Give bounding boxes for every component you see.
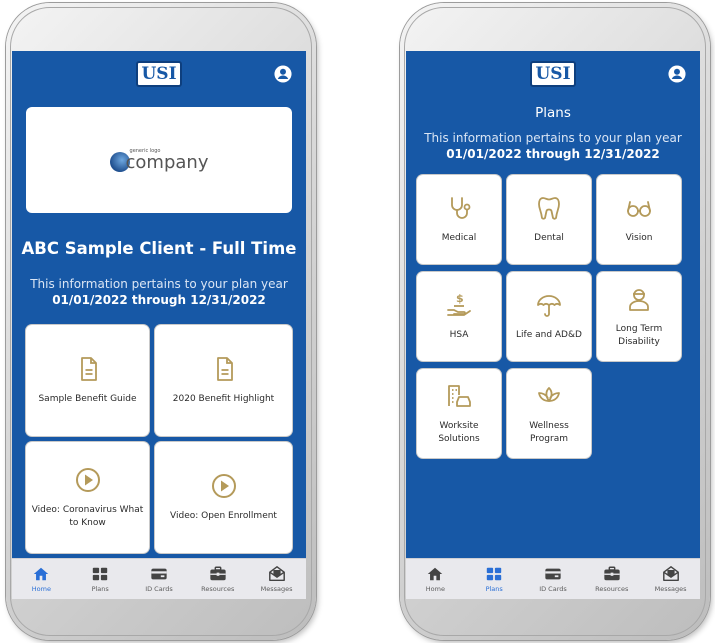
nav-label: Home (425, 585, 445, 593)
tile-label: Video: Coronavirus What to Know (31, 504, 144, 528)
home-icon (34, 567, 49, 581)
nav-messages[interactable]: Messages (252, 565, 302, 593)
stethoscope-icon (451, 197, 471, 219)
top-bar: USI (12, 57, 306, 87)
nav-label: ID Cards (539, 585, 567, 593)
plans-screen: USI Plans This information pertains to y… (406, 51, 700, 599)
tile-wellness-program[interactable]: Wellness Program (507, 369, 591, 458)
top-bar: USI (406, 57, 700, 87)
tile-label: Video: Open Enrollment (170, 511, 277, 521)
card-icon (151, 568, 167, 580)
usi-logo: USI (136, 61, 182, 87)
nav-label: Messages (260, 585, 293, 593)
tile-vision[interactable]: Vision (597, 175, 681, 264)
nav-label: Resources (201, 585, 235, 593)
tile-label: Life and AD&D (516, 330, 582, 340)
nav-plans[interactable]: Plans (75, 565, 125, 593)
home-screen: USI generic logo company ABC Sample Clie… (12, 51, 306, 599)
nav-label: Messages (654, 585, 687, 593)
grid-icon (92, 567, 108, 581)
usi-logo: USI (530, 61, 576, 87)
tile-label: Worksite Solutions (438, 420, 480, 444)
nav-resources[interactable]: Resources (587, 565, 637, 593)
nav-id-cards[interactable]: ID Cards (528, 565, 578, 593)
tile-sample-benefit-guide[interactable]: Sample Benefit Guide (26, 325, 149, 436)
tile-label: Wellness Program (529, 420, 569, 444)
tile-long-term-disability[interactable]: Long Term Disability (597, 272, 681, 361)
briefcase-icon (210, 566, 226, 581)
nav-label: Resources (595, 585, 629, 593)
document-icon (80, 357, 97, 381)
building-car-icon (448, 384, 471, 407)
plan-dates: 01/01/2022 through 12/31/2022 (52, 293, 266, 307)
tile-label: Medical (441, 233, 477, 243)
page-title: Plans (535, 105, 571, 121)
plan-dates: 01/01/2022 through 12/31/2022 (446, 147, 660, 161)
tile-medical[interactable]: Medical (417, 175, 501, 264)
tile-video-coronavirus[interactable]: Video: Coronavirus What to Know (26, 442, 149, 553)
tile-worksite-solutions[interactable]: Worksite Solutions (417, 369, 501, 458)
money-hand-icon: $ (447, 292, 471, 316)
nav-home[interactable]: Home (16, 565, 66, 593)
plan-info-text: This information pertains to your plan y… (424, 131, 682, 145)
logo-company-text: company (125, 151, 209, 173)
tile-dental[interactable]: Dental (507, 175, 591, 264)
nav-id-cards[interactable]: ID Cards (134, 565, 184, 593)
tile-label: 2020 Benefit Highlight (172, 394, 275, 404)
nav-messages[interactable]: Messages (646, 565, 696, 593)
envelope-icon (268, 566, 285, 582)
nav-label: Plans (485, 585, 503, 593)
company-logo-card: generic logo company (26, 107, 292, 213)
nav-home[interactable]: Home (410, 565, 460, 593)
account-icon[interactable] (668, 65, 686, 83)
nav-resources[interactable]: Resources (193, 565, 243, 593)
nav-label: Home (31, 585, 51, 593)
play-icon (75, 467, 100, 492)
company-logo: generic logo company (109, 148, 209, 173)
account-icon[interactable] (274, 65, 292, 83)
bottom-nav: Home Plans ID Cards Resources Messages (406, 558, 700, 599)
bottom-nav: Home Plans ID Cards Resources Messages (12, 558, 306, 599)
tile-life-add[interactable]: Life and AD&D (507, 272, 591, 361)
phone-frame-plans: USI Plans This information pertains to y… (400, 3, 710, 640)
phone-frame-home: USI generic logo company ABC Sample Clie… (6, 3, 316, 640)
briefcase-icon (604, 566, 620, 581)
tile-benefit-highlight[interactable]: 2020 Benefit Highlight (155, 325, 292, 436)
worker-icon (629, 288, 649, 311)
tile-label: Sample Benefit Guide (38, 394, 137, 404)
document-icon (216, 357, 233, 381)
tile-label: HSA (449, 330, 469, 340)
nav-plans[interactable]: Plans (469, 565, 519, 593)
glasses-icon (627, 201, 651, 217)
umbrella-icon (537, 295, 561, 317)
tooth-icon (538, 197, 560, 220)
envelope-icon (662, 566, 679, 582)
tile-hsa[interactable]: $ HSA (417, 272, 501, 361)
grid-icon (486, 567, 502, 581)
client-name: ABC Sample Client - Full Time (21, 239, 297, 258)
nav-label: Plans (91, 585, 109, 593)
card-icon (545, 568, 561, 580)
tile-video-open-enrollment[interactable]: Video: Open Enrollment (155, 442, 292, 553)
play-icon (211, 474, 236, 498)
plan-info-text: This information pertains to your plan y… (30, 277, 288, 291)
tile-label: Dental (534, 233, 564, 243)
svg-text:$: $ (456, 292, 464, 305)
tile-label: Long Term Disability (615, 323, 663, 347)
lotus-icon (538, 386, 560, 402)
nav-label: ID Cards (145, 585, 173, 593)
home-icon (428, 567, 443, 581)
tile-label: Vision (625, 233, 653, 243)
